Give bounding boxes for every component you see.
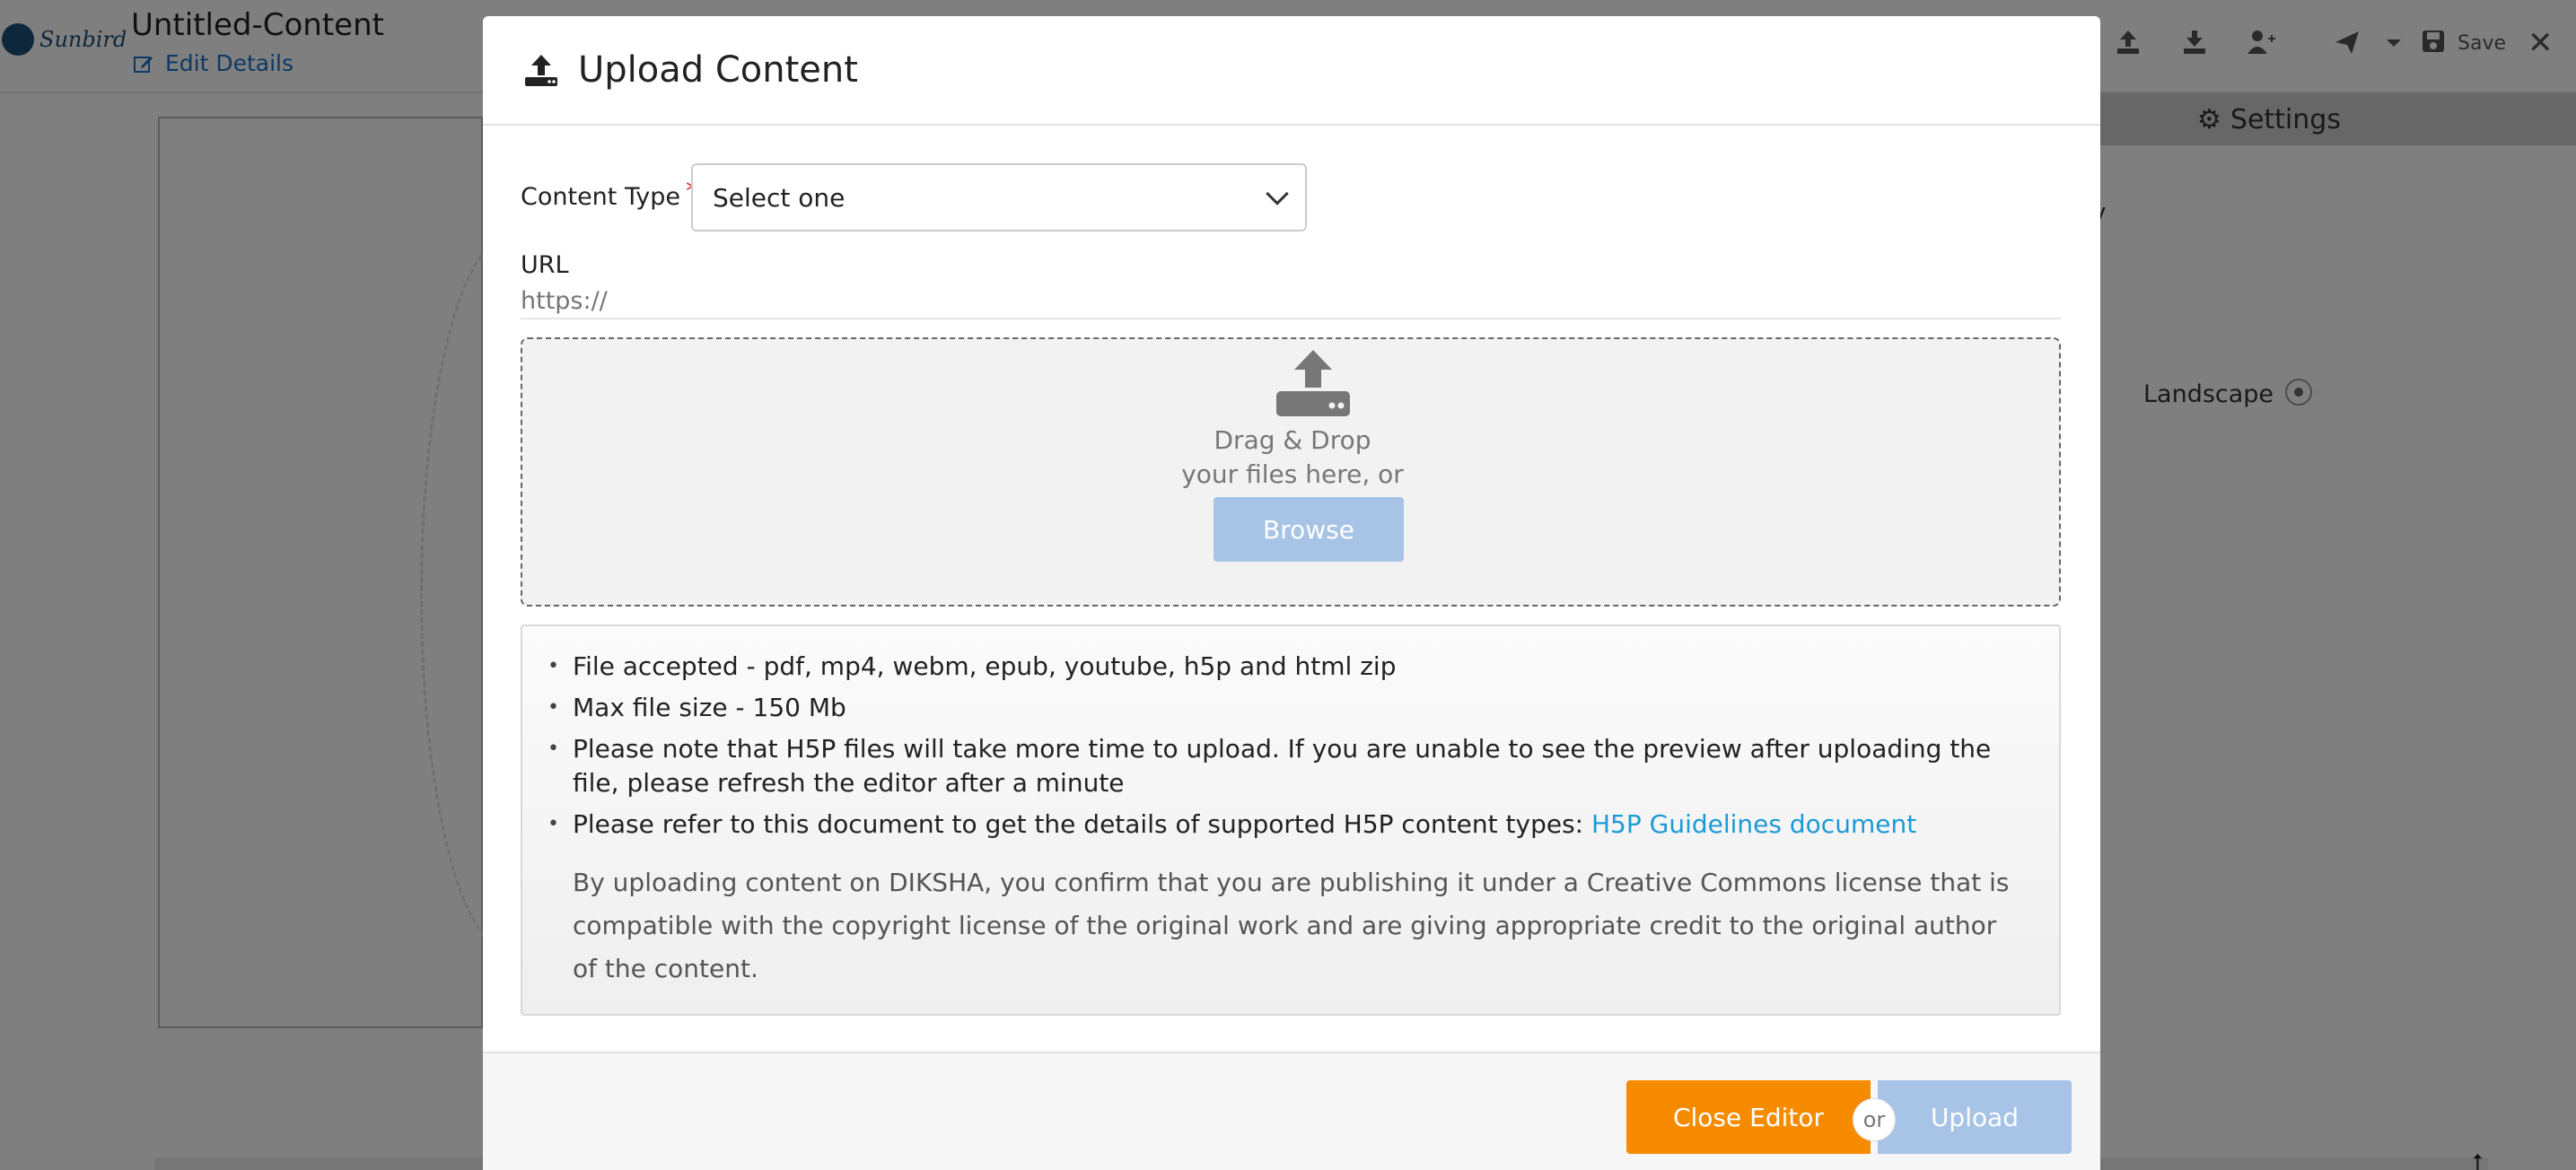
- close-editor-button[interactable]: Close Editor: [1626, 1080, 1871, 1154]
- dropzone-subtitle: your files here, or: [1181, 459, 1404, 489]
- modal-title: Upload Content: [578, 49, 858, 91]
- chevron-down-icon: [1266, 182, 1289, 205]
- upload-button[interactable]: Upload: [1878, 1080, 2072, 1154]
- modal-header: Upload Content: [483, 16, 2100, 126]
- upload-drive-icon: [1276, 350, 1350, 416]
- upload-info-list: File accepted - pdf, mp4, webm, epub, yo…: [548, 650, 2037, 849]
- or-divider: or: [1853, 1098, 1896, 1141]
- h5p-guidelines-link[interactable]: H5P Guidelines document: [1591, 809, 1916, 839]
- content-type-row: Content Type *: [521, 176, 699, 213]
- browse-button[interactable]: Browse: [1214, 497, 1404, 562]
- list-item: Please note that H5P files will take mor…: [548, 732, 2037, 800]
- modal-footer: Close Editor Upload or: [483, 1052, 2100, 1170]
- license-notice: By uploading content on DIKSHA, you conf…: [573, 868, 2010, 983]
- content-type-value: Select one: [713, 182, 846, 213]
- file-dropzone[interactable]: Drag & Drop your files here, or Browse: [521, 337, 2061, 607]
- content-type-select[interactable]: Select one: [691, 163, 1307, 231]
- upload-icon: [525, 55, 557, 86]
- upload-content-modal: Upload Content Content Type * Select one…: [483, 16, 2100, 1170]
- list-item: Max file size - 150 Mb: [548, 691, 2037, 725]
- url-label: URL: [521, 251, 569, 279]
- list-item-text: Please refer to this document to get the…: [573, 809, 1591, 839]
- list-item: File accepted - pdf, mp4, webm, epub, yo…: [548, 650, 2037, 684]
- list-item: Please refer to this document to get the…: [548, 808, 2037, 842]
- mouse-cursor-icon: ⭡: [2472, 1150, 2484, 1170]
- content-type-label: Content Type: [521, 183, 680, 211]
- dropzone-title: Drag & Drop: [1214, 425, 1371, 455]
- url-input[interactable]: [521, 284, 2061, 319]
- upload-info-box: File accepted - pdf, mp4, webm, epub, yo…: [521, 624, 2061, 1016]
